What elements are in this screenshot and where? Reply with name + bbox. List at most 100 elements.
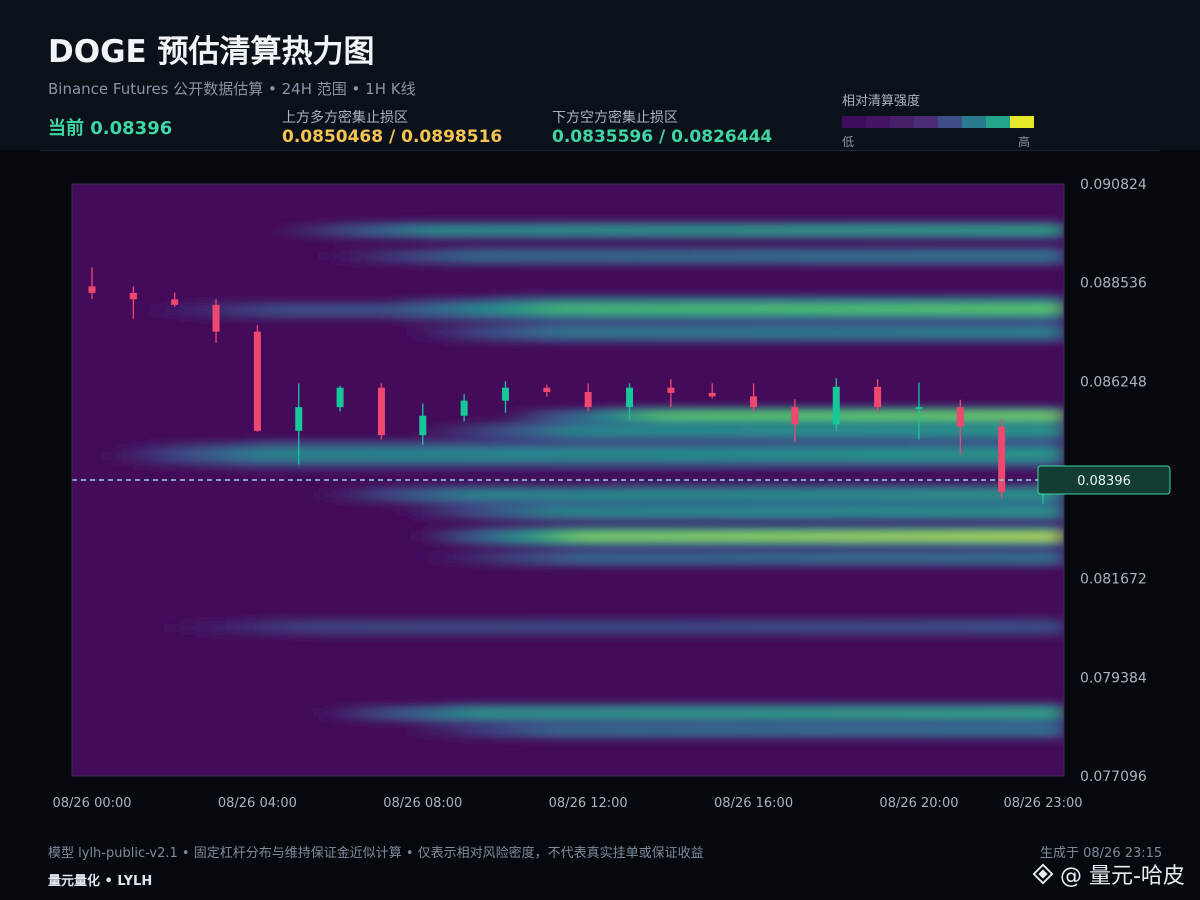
heatmap-cell (366, 452, 383, 457)
heatmap-cell (459, 224, 476, 229)
heatmap-cell (676, 560, 693, 565)
heatmap-cell (1033, 496, 1050, 501)
heatmap-cell (971, 312, 988, 317)
heatmap-cell (754, 308, 771, 313)
heatmap-cell (692, 524, 709, 529)
heatmap-cell (304, 628, 321, 633)
heatmap-cell (738, 704, 755, 709)
heatmap-cell (428, 632, 445, 637)
heatmap-cell (878, 720, 895, 725)
heatmap-cell (645, 616, 662, 621)
heatmap-cell (1002, 524, 1019, 529)
heatmap-cell (583, 628, 600, 633)
heatmap-cell (118, 444, 135, 449)
heatmap-cell (754, 292, 771, 297)
heatmap-cell (893, 636, 910, 641)
heatmap-cell (893, 312, 910, 317)
heatmap-cell (955, 312, 972, 317)
candle-body (791, 407, 799, 425)
heatmap-cell (769, 528, 786, 533)
heatmap-cell (475, 456, 492, 461)
heatmap-cell (490, 228, 507, 233)
heatmap-cell (475, 720, 492, 725)
heatmap-cell (227, 452, 244, 457)
heatmap-cell (940, 532, 957, 537)
heatmap-cell (397, 260, 414, 265)
heatmap-cell (630, 440, 647, 445)
heatmap-cell (893, 236, 910, 241)
heatmap-cell (382, 620, 399, 625)
heatmap-cell (537, 320, 554, 325)
heatmap-cell (506, 524, 523, 529)
heatmap-cell (645, 336, 662, 341)
heatmap-cell (1033, 524, 1050, 529)
heatmap-cell (1048, 300, 1064, 305)
heatmap-cell (506, 624, 523, 629)
heatmap-cell (909, 724, 926, 729)
heatmap-cell (537, 260, 554, 265)
heatmap-cell (521, 296, 538, 301)
heatmap-cell (320, 628, 337, 633)
heatmap-cell (1048, 708, 1064, 713)
heatmap-cell (940, 252, 957, 257)
heatmap-cell (521, 300, 538, 305)
heatmap-cell (1033, 532, 1050, 537)
heatmap-cell (180, 444, 197, 449)
heatmap-cell (149, 440, 166, 445)
heatmap-cell (909, 456, 926, 461)
heatmap-cell (444, 544, 461, 549)
heatmap-cell (924, 440, 941, 445)
heatmap-cell (661, 228, 678, 233)
heatmap-cell (165, 624, 182, 629)
heatmap-cell (924, 536, 941, 541)
heatmap-cell (227, 620, 244, 625)
heatmap-cell (800, 324, 817, 329)
heatmap-cell (847, 728, 864, 733)
heatmap-cell (459, 260, 476, 265)
heatmap-cell (754, 520, 771, 525)
heatmap-cell (444, 468, 461, 473)
heatmap-cell (1033, 624, 1050, 629)
current-price-tag-text: 0.08396 (1077, 474, 1131, 489)
heatmap-cell (692, 492, 709, 497)
heatmap-cell (893, 508, 910, 513)
heatmap-cell (335, 440, 352, 445)
heatmap-cell (180, 452, 197, 457)
heatmap-cell (661, 460, 678, 465)
heatmap-cell (862, 704, 879, 709)
heatmap-cell (413, 328, 430, 333)
heatmap-cell (366, 448, 383, 453)
heatmap-cell (847, 420, 864, 425)
heatmap-cell (676, 416, 693, 421)
heatmap-cell (1033, 460, 1050, 465)
heatmap-cell (940, 716, 957, 721)
heatmap-cell (335, 500, 352, 505)
heatmap-cell (1017, 220, 1034, 225)
heatmap-cell (940, 320, 957, 325)
candle-body (626, 387, 634, 408)
heatmap-cell (1033, 224, 1050, 229)
heatmap-cell (1048, 736, 1064, 741)
heatmap-cell (816, 708, 833, 713)
heatmap-cell (924, 228, 941, 233)
heatmap-cell (475, 440, 492, 445)
heatmap-cell (490, 436, 507, 441)
heatmap-cell (645, 624, 662, 629)
heatmap-cell (785, 716, 802, 721)
heatmap-cell (645, 232, 662, 237)
heatmap-cell (986, 528, 1003, 533)
heatmap-cell (754, 336, 771, 341)
heatmap-cell (723, 708, 740, 713)
heatmap-cell (428, 484, 445, 489)
heatmap-cell (289, 624, 306, 629)
heatmap-cell (955, 636, 972, 641)
heatmap-cell (862, 524, 879, 529)
heatmap-cell (986, 700, 1003, 705)
heatmap-cell (924, 728, 941, 733)
heatmap-cell (475, 496, 492, 501)
heatmap-cell (986, 564, 1003, 569)
heatmap-cell (1002, 512, 1019, 517)
heatmap-cell (211, 620, 228, 625)
heatmap-cell (242, 312, 259, 317)
heatmap-cell (893, 496, 910, 501)
